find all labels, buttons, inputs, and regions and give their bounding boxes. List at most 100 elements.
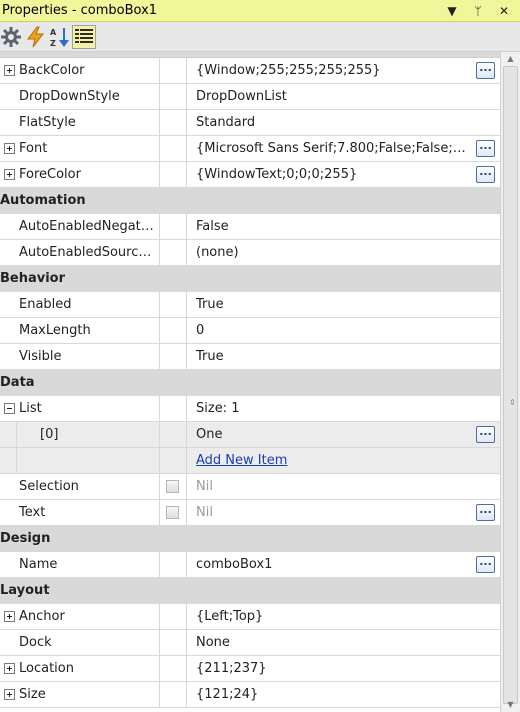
events-icon[interactable] <box>24 25 48 49</box>
scroll-up-icon[interactable]: ▲ <box>501 52 520 66</box>
property-value[interactable]: DropDownList <box>196 84 496 109</box>
dropdown-menu-icon[interactable]: ▼ <box>443 2 461 20</box>
ellipsis-button[interactable]: ... <box>476 504 495 521</box>
property-flag-cell <box>160 552 187 577</box>
expand-icon[interactable] <box>4 663 15 674</box>
property-value[interactable]: {Left;Top} <box>196 604 496 629</box>
property-value[interactable]: Standard <box>196 110 496 135</box>
category-behavior[interactable]: Behavior <box>0 266 500 292</box>
expand-icon[interactable] <box>4 143 15 154</box>
property-name: Dock <box>19 630 160 655</box>
property-row-autoenabledsource[interactable]: AutoEnabledSource ... (none) <box>0 240 500 266</box>
property-value[interactable]: (none) <box>196 240 496 265</box>
expand-icon[interactable] <box>4 169 15 180</box>
property-value[interactable]: Size: 1 <box>196 396 496 421</box>
ellipsis-button[interactable]: ... <box>476 140 495 157</box>
property-flag-cell <box>160 396 187 421</box>
property-row-backcolor[interactable]: BackColor {Window;255;255;255;255}... <box>0 58 500 84</box>
property-flag-cell <box>160 214 187 239</box>
property-value[interactable]: None <box>196 630 496 655</box>
property-row-enabled[interactable]: Enabled True <box>0 292 500 318</box>
property-flag-cell <box>160 604 187 629</box>
property-value[interactable]: {WindowText;0;0;0;255} <box>196 162 468 187</box>
property-value[interactable]: 0 <box>196 318 496 343</box>
alphabetical-sort-icon[interactable]: A Z <box>48 25 72 49</box>
property-row-font[interactable]: Font {Microsoft Sans Serif;7.800;False;Fa… <box>0 136 500 162</box>
list-item-row[interactable]: [0] One... <box>0 422 500 448</box>
property-value[interactable]: {Window;255;255;255;255} <box>196 58 468 83</box>
expand-icon[interactable] <box>4 65 15 76</box>
property-name: BackColor <box>19 58 160 83</box>
property-value[interactable]: {121;24} <box>196 682 496 707</box>
property-row-location[interactable]: Location {211;237} <box>0 656 500 682</box>
category-automation[interactable]: Automation <box>0 188 500 214</box>
property-row-flatstyle[interactable]: FlatStyle Standard <box>0 110 500 136</box>
add-new-item-link[interactable]: Add New Item <box>196 453 287 468</box>
property-value[interactable]: {Microsoft Sans Serif;7.800;False;False;… <box>196 136 468 161</box>
category-design[interactable]: Design <box>0 526 500 552</box>
property-name: Name <box>19 552 160 577</box>
property-name: Visible <box>19 344 160 369</box>
property-row-size[interactable]: Size {121;24} <box>0 682 500 708</box>
ellipsis-button[interactable]: ... <box>476 62 495 79</box>
scroll-thumb[interactable]: ⇕ <box>503 66 518 704</box>
property-name: Anchor <box>19 604 160 629</box>
properties-icon[interactable] <box>0 25 24 49</box>
property-name: MaxLength <box>19 318 160 343</box>
property-row-autoenablednegate[interactable]: AutoEnabledNegate ... False <box>0 214 500 240</box>
property-checkbox[interactable] <box>166 480 179 493</box>
ellipsis-button[interactable]: ... <box>476 166 495 183</box>
row-gutter <box>0 422 17 448</box>
property-row-visible[interactable]: Visible True <box>0 344 500 370</box>
close-icon[interactable]: ✕ <box>495 2 513 20</box>
property-flag-cell <box>160 318 187 343</box>
ellipsis-button[interactable]: ... <box>476 556 495 573</box>
property-value[interactable]: One <box>196 422 468 447</box>
property-value[interactable]: True <box>196 292 496 317</box>
property-row-anchor[interactable]: Anchor {Left;Top} <box>0 604 500 630</box>
collapse-icon[interactable] <box>4 403 15 414</box>
category-layout[interactable]: Layout <box>0 578 500 604</box>
expand-icon[interactable] <box>4 689 15 700</box>
property-row-list[interactable]: List Size: 1 <box>0 396 500 422</box>
property-value[interactable]: comboBox1 <box>196 552 468 577</box>
categorized-icon[interactable] <box>72 25 96 49</box>
property-name: AutoEnabledNegate ... <box>19 214 160 239</box>
property-row-maxlength[interactable]: MaxLength 0 <box>0 318 500 344</box>
property-name: DropDownStyle <box>19 84 160 109</box>
property-value[interactable]: Nil <box>196 474 496 499</box>
property-row-selection[interactable]: Selection Nil <box>0 474 500 500</box>
property-flag-cell <box>160 448 187 473</box>
property-row-dock[interactable]: Dock None <box>0 630 500 656</box>
property-value[interactable]: Nil <box>196 500 468 525</box>
scroll-down-icon[interactable]: ▼ <box>501 698 520 712</box>
expand-icon[interactable] <box>4 611 15 622</box>
property-value[interactable]: {211;237} <box>196 656 496 681</box>
property-flag-cell <box>160 240 187 265</box>
property-row-text[interactable]: Text Nil... <box>0 500 500 526</box>
property-flag-cell <box>160 84 187 109</box>
property-grid: BackColor {Window;255;255;255;255}... Drop… <box>0 58 500 708</box>
property-row-forecolor[interactable]: ForeColor {WindowText;0;0;0;255}... <box>0 162 500 188</box>
property-name <box>40 448 160 473</box>
ellipsis-button[interactable]: ... <box>476 426 495 443</box>
property-row-name[interactable]: Name comboBox1... <box>0 552 500 578</box>
property-flag-cell <box>160 58 187 83</box>
list-item-row[interactable]: Add New Item <box>0 448 500 474</box>
category-data[interactable]: Data <box>0 370 500 396</box>
property-flag-cell <box>160 136 187 161</box>
add-new-item-link-cell[interactable]: Add New Item <box>196 448 496 473</box>
grip-icon: ⇕ <box>509 398 516 407</box>
property-flag-cell <box>160 682 187 707</box>
property-name: FlatStyle <box>19 110 160 135</box>
property-value[interactable]: True <box>196 344 496 369</box>
window-title: Properties - comboBox1 <box>2 3 158 18</box>
property-row-dropdownstyle[interactable]: DropDownStyle DropDownList <box>0 84 500 110</box>
property-name: Font <box>19 136 160 161</box>
properties-toolbar: A Z <box>0 22 520 52</box>
property-value[interactable]: False <box>196 214 496 239</box>
vertical-scrollbar[interactable]: ▲ ⇕ ▼ <box>500 52 520 712</box>
property-flag-cell <box>160 630 187 655</box>
property-checkbox[interactable] <box>166 506 179 519</box>
pin-icon[interactable]: ᛘ <box>469 2 487 20</box>
